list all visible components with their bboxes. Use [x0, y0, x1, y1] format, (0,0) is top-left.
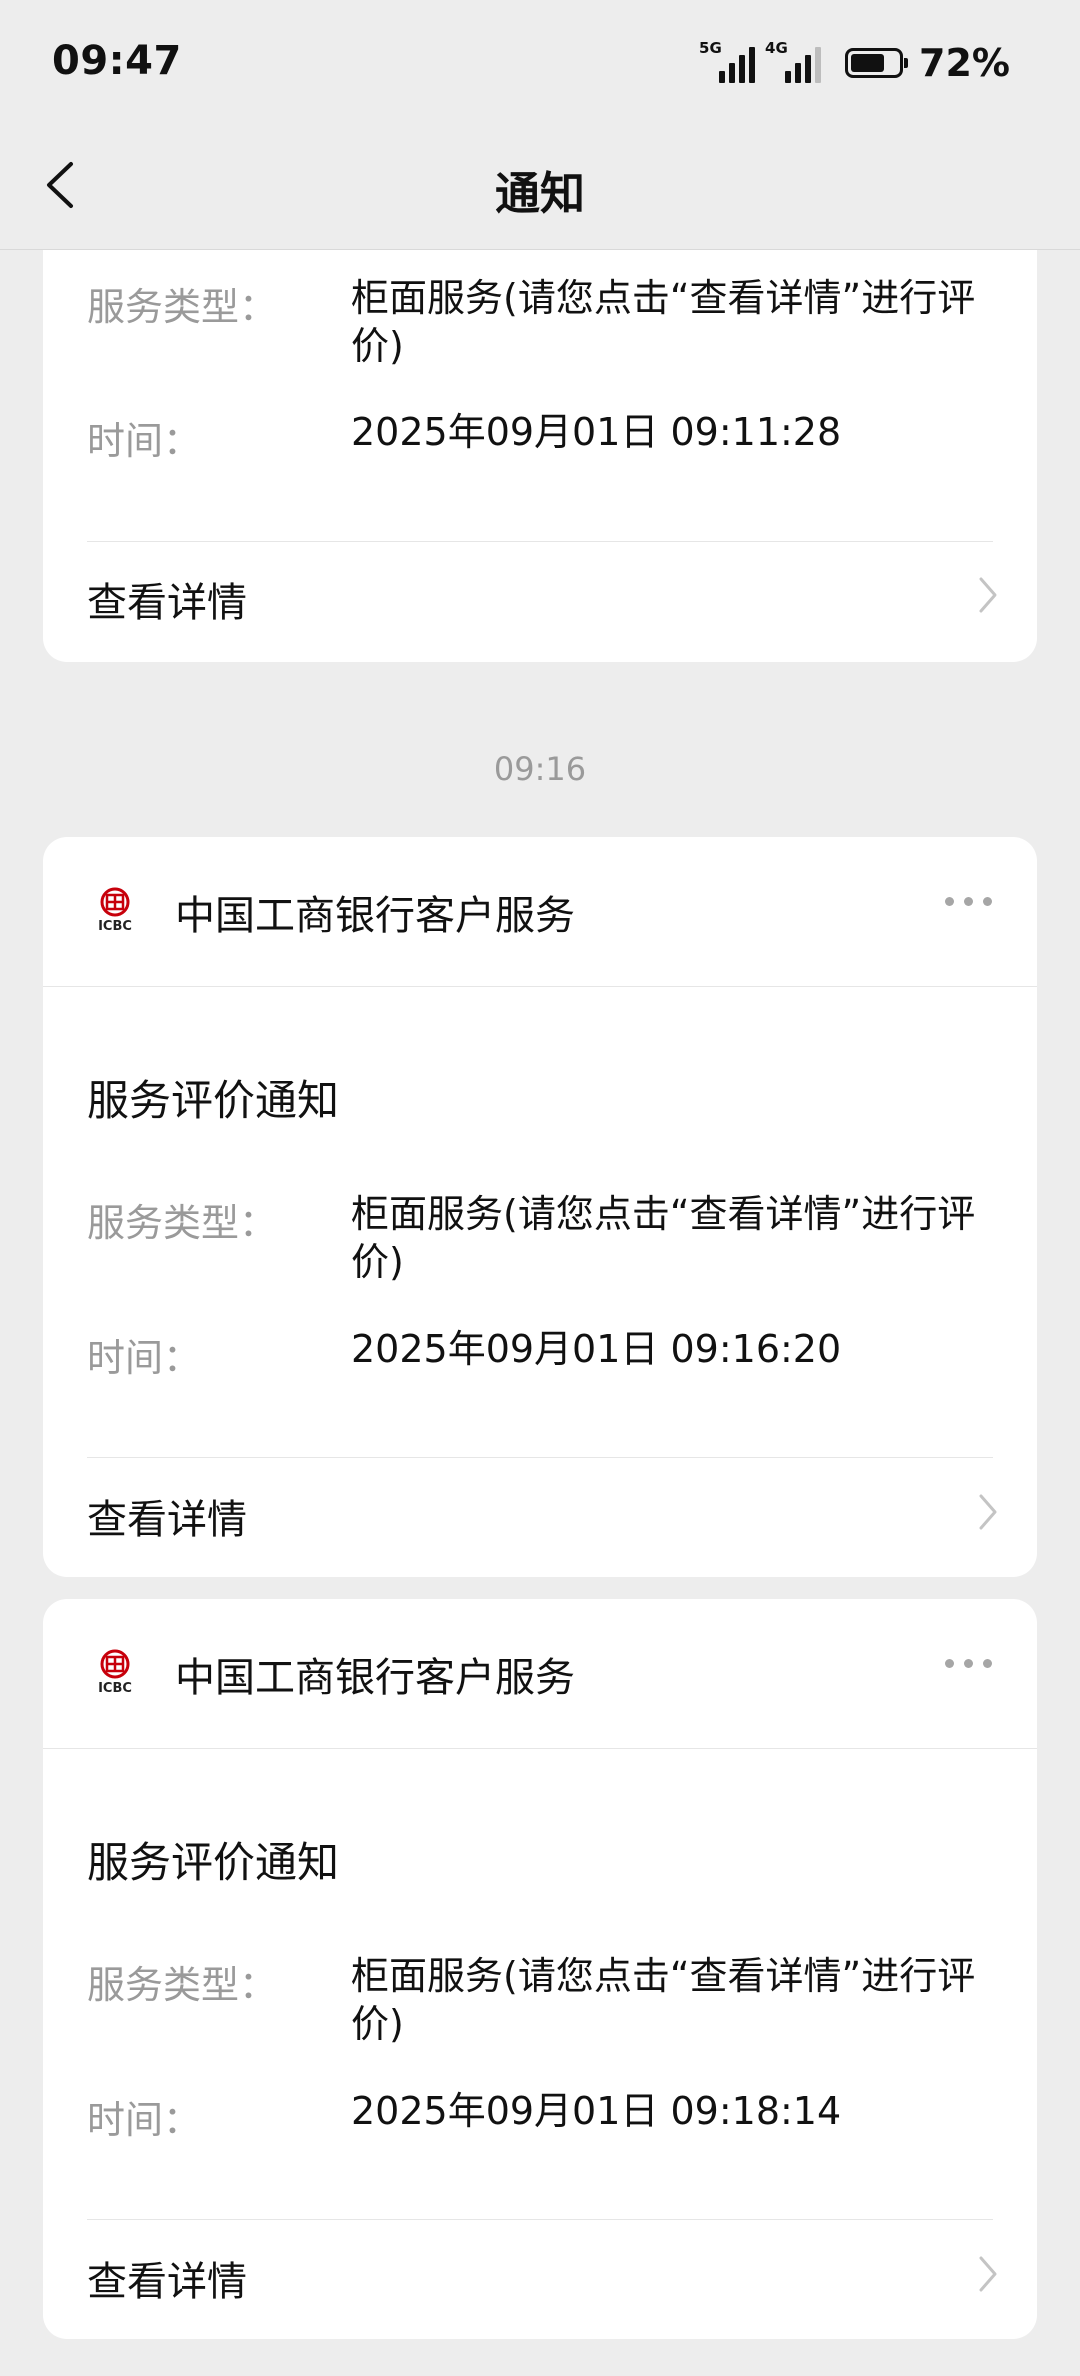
logo-text: ICBC — [98, 919, 132, 934]
network-type-4g: 4G — [765, 39, 788, 57]
chevron-right-icon — [977, 576, 999, 614]
sender-name: 中国工商银行客户服务 — [175, 893, 575, 939]
service-type-label: 服务类型： — [87, 285, 278, 329]
time-label: 时间： — [87, 419, 202, 463]
service-type-value: 柜面服务(请您点击“查看详情”进行评价) — [351, 276, 976, 368]
network-type-5g: 5G — [699, 39, 722, 57]
notification-card: 服务类型： 柜面服务(请您点击“查看详情”进行评价) 时间： 2025年09月0… — [43, 250, 1037, 662]
chevron-right-icon — [977, 2255, 999, 2293]
notification-card: ICBC 中国工商银行客户服务 服务评价通知 服务类型： 柜面服务(请您点击“查… — [43, 837, 1037, 1577]
card-header[interactable]: ICBC 中国工商银行客户服务 — [43, 837, 1037, 987]
signal-4g-icon: 4G — [765, 39, 822, 83]
time-label: 时间： — [87, 2098, 202, 2142]
nav-bar: 通知 — [0, 125, 1080, 250]
service-type-label: 服务类型： — [87, 1201, 278, 1245]
status-time: 09:47 — [52, 38, 182, 84]
service-type-label: 服务类型： — [87, 1963, 278, 2007]
more-dots-icon[interactable] — [945, 1659, 992, 1668]
message-list[interactable]: 服务类型： 柜面服务(请您点击“查看详情”进行评价) 时间： 2025年09月0… — [0, 250, 1080, 2376]
time-label: 时间： — [87, 1336, 202, 1380]
divider — [87, 1457, 993, 1458]
divider — [87, 541, 993, 542]
service-type-value: 柜面服务(请您点击“查看详情”进行评价) — [351, 1192, 976, 1284]
view-details-link[interactable]: 查看详情 — [87, 1487, 247, 1545]
status-bar: 09:47 5G 4G 72% — [0, 0, 1080, 125]
battery-fill — [851, 54, 885, 72]
signal-5g-icon: 5G — [699, 39, 756, 83]
time-value: 2025年09月01日 09:11:28 — [351, 410, 842, 454]
battery-percent: 72% — [919, 41, 1010, 85]
service-type-value: 柜面服务(请您点击“查看详情”进行评价) — [351, 1954, 976, 2046]
chevron-right-icon — [977, 1493, 999, 1531]
sender-name: 中国工商银行客户服务 — [175, 1655, 575, 1701]
view-details-link[interactable]: 查看详情 — [87, 570, 247, 628]
notification-card: ICBC 中国工商银行客户服务 服务评价通知 服务类型： 柜面服务(请您点击“查… — [43, 1599, 1037, 2339]
view-details-link[interactable]: 查看详情 — [87, 2249, 247, 2307]
icbc-logo-icon: ICBC — [93, 1649, 137, 1699]
time-value: 2025年09月01日 09:16:20 — [351, 1327, 842, 1371]
status-indicators: 5G 4G 72% — [699, 38, 1010, 88]
notice-title: 服务评价通知 — [87, 1076, 340, 1125]
logo-text: ICBC — [98, 1681, 132, 1696]
message-timestamp: 09:16 — [493, 750, 587, 788]
page-title: 通知 — [494, 167, 585, 220]
notice-title: 服务评价通知 — [87, 1838, 340, 1887]
icbc-logo-icon: ICBC — [93, 887, 137, 937]
more-dots-icon[interactable] — [945, 897, 992, 906]
card-header[interactable]: ICBC 中国工商银行客户服务 — [43, 1599, 1037, 1749]
time-value: 2025年09月01日 09:18:14 — [351, 2089, 842, 2133]
divider — [87, 2219, 993, 2220]
battery-icon — [845, 48, 909, 78]
